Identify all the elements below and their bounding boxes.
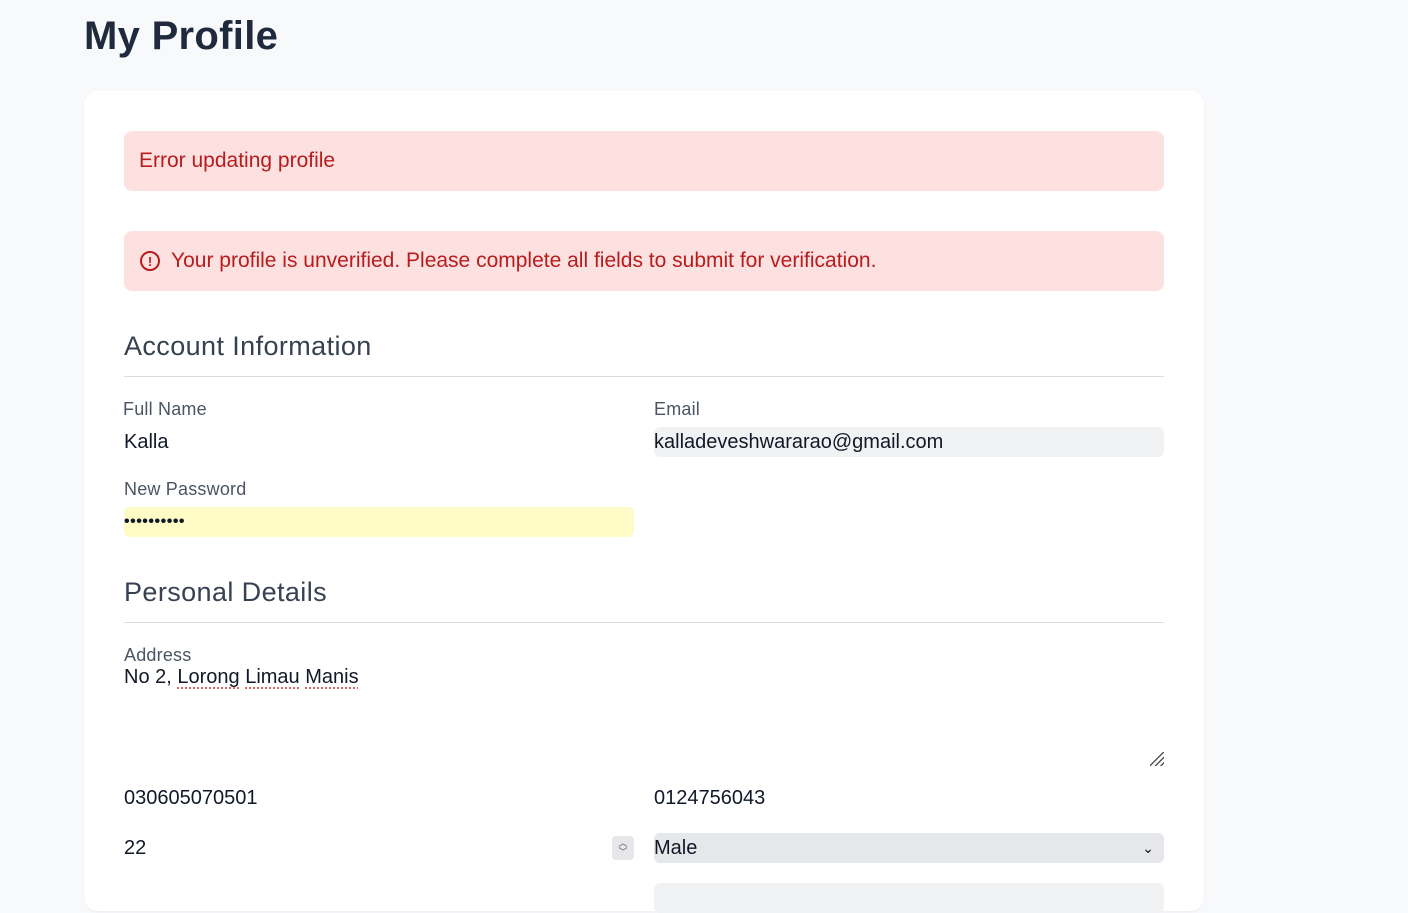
unverified-alert: ! Your profile is unverified. Please com… [124, 231, 1164, 291]
resize-handle-icon[interactable] [1150, 752, 1164, 766]
address-word: Manis [305, 666, 359, 688]
unverified-alert-text: Your profile is unverified. Please compl… [171, 249, 877, 272]
new-password-input[interactable]: •••••••••• [124, 507, 634, 537]
section-title-personal: Personal Details [124, 577, 327, 607]
age-input[interactable]: 22 ︿ ﹀ [124, 833, 634, 863]
address-word: Limau [245, 666, 300, 688]
full-name-label: Full Name [123, 399, 207, 419]
id-number-value: 030605070501 [124, 786, 258, 809]
new-password-value: •••••••••• [124, 513, 186, 530]
email-value: kalladeveshwararao@gmail.com [654, 430, 944, 453]
gender-select[interactable]: Male ⌄ [654, 833, 1164, 863]
phone-value: 0124756043 [654, 786, 766, 809]
section-title-account: Account Information [124, 331, 372, 361]
exclamation-circle-icon: ! [140, 251, 160, 271]
profile-card: Error updating profile ! Your profile is… [84, 91, 1204, 913]
section-divider [124, 622, 1164, 623]
full-name-input[interactable]: Kalla [124, 427, 634, 457]
address-textarea[interactable]: No 2, Lorong Limau Manis [124, 666, 1164, 766]
email-input[interactable]: kalladeveshwararao@gmail.com [654, 427, 1164, 457]
gender-selected-value: Male [654, 836, 698, 859]
number-spinner-icon[interactable]: ︿ ﹀ [612, 836, 634, 860]
phone-input[interactable]: 0124756043 [654, 783, 1164, 813]
email-label: Email [654, 399, 701, 419]
page-title: My Profile [84, 14, 279, 58]
id-number-input[interactable]: 030605070501 [124, 783, 634, 813]
chevron-down-icon: ⌄ [1142, 839, 1154, 856]
address-word: Lorong [177, 666, 240, 688]
section-divider [124, 376, 1164, 377]
new-password-label: New Password [124, 479, 247, 499]
address-prefix: No 2, [124, 666, 178, 688]
address-label: Address [124, 645, 192, 665]
error-alert-text: Error updating profile [139, 149, 336, 172]
error-alert: Error updating profile [124, 131, 1164, 191]
age-value: 22 [124, 836, 147, 859]
full-name-value: Kalla [124, 430, 169, 453]
